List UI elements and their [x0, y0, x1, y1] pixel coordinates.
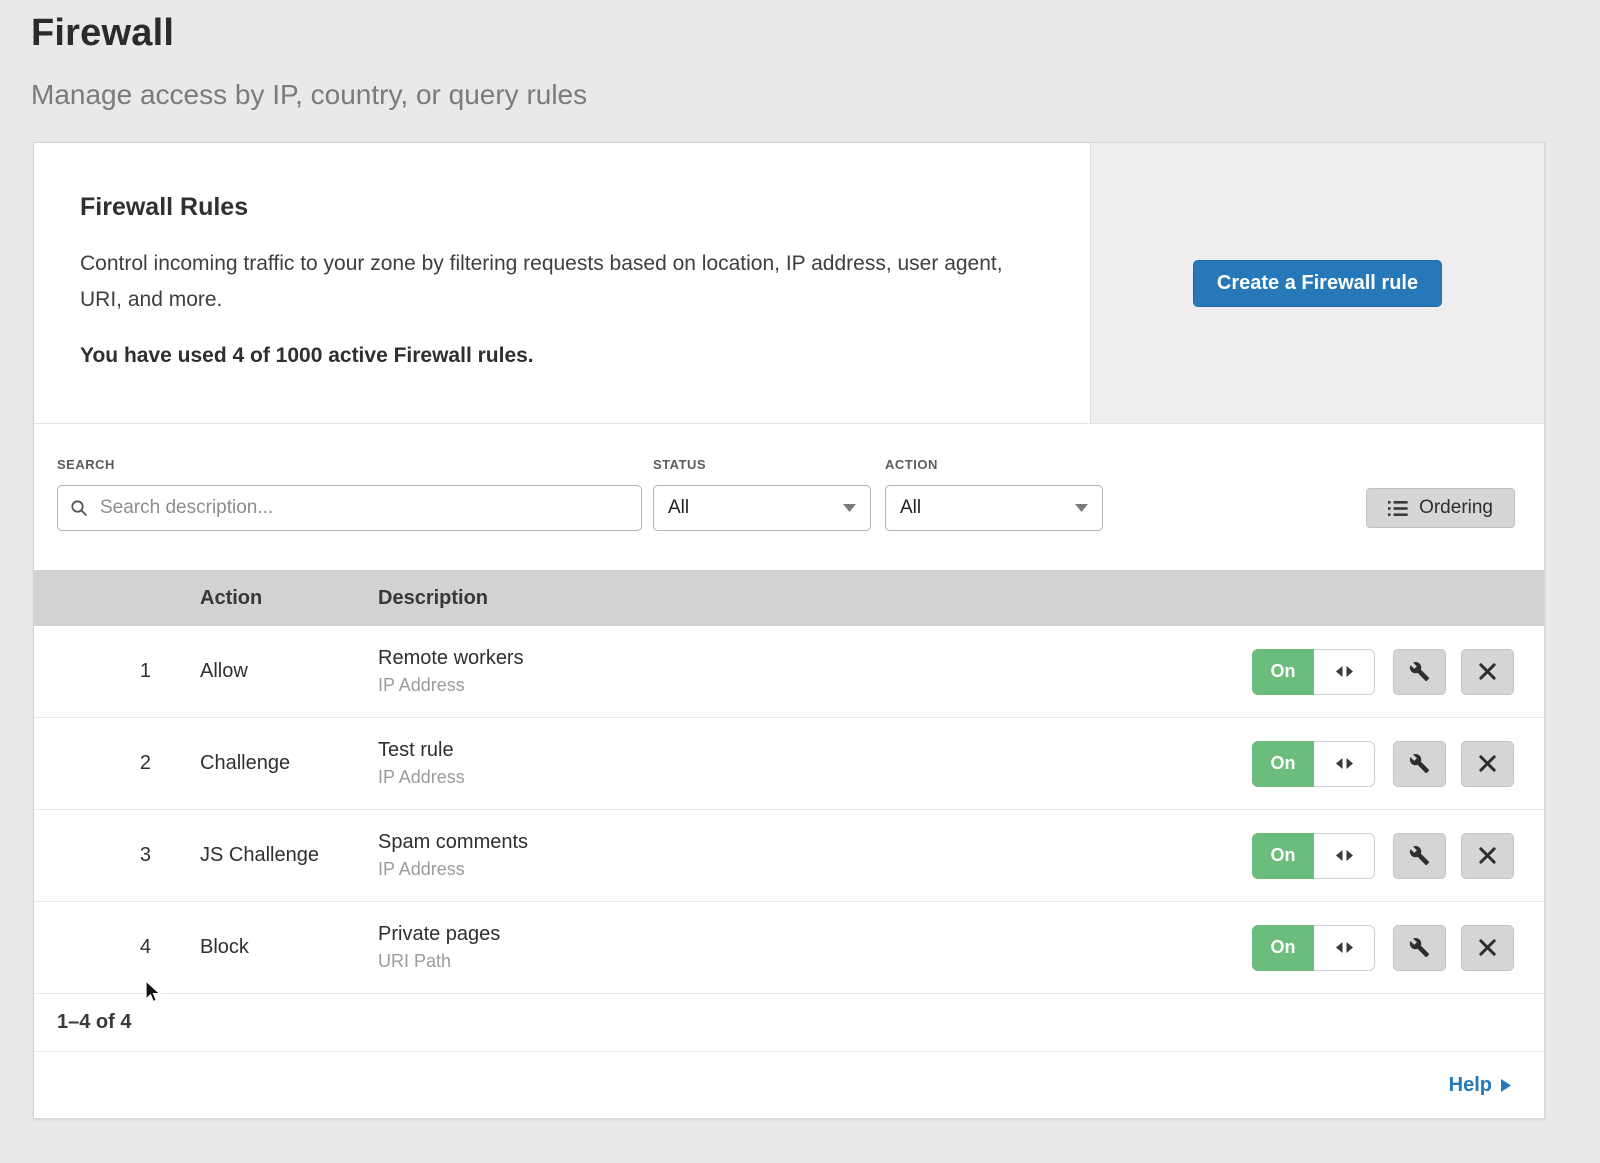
- close-icon: [1479, 847, 1496, 864]
- rule-priority: 3: [34, 844, 167, 867]
- toggle-arrows-icon: [1314, 741, 1375, 787]
- page-title: Firewall: [31, 12, 1600, 55]
- card-heading: Firewall Rules: [80, 193, 1044, 222]
- status-label: STATUS: [653, 457, 871, 472]
- rule-priority: 1: [34, 660, 167, 683]
- help-link[interactable]: Help: [1449, 1074, 1511, 1097]
- ordered-list-icon: [1388, 501, 1408, 516]
- rule-priority: 2: [34, 752, 167, 775]
- rule-description-cell: Private pages URI Path: [378, 923, 1252, 972]
- toggle-on-label: On: [1252, 925, 1314, 971]
- toggle-arrows-icon: [1314, 925, 1375, 971]
- table-header-row: Action Description: [34, 570, 1544, 626]
- rule-description: Remote workers: [378, 647, 1252, 670]
- filter-bar: SEARCH STATUS All ACTION: [34, 424, 1544, 570]
- rule-action: Block: [167, 936, 378, 959]
- rule-controls: On: [1252, 741, 1544, 787]
- search-input[interactable]: [57, 485, 642, 531]
- create-rule-panel: Create a Firewall rule: [1090, 143, 1544, 423]
- rule-enabled-toggle[interactable]: On: [1252, 925, 1375, 971]
- rule-description: Test rule: [378, 739, 1252, 762]
- ordering-label: Ordering: [1419, 497, 1493, 519]
- delete-rule-button[interactable]: [1461, 833, 1514, 879]
- search-icon: [70, 499, 88, 517]
- table-row: 3 JS Challenge Spam comments IP Address …: [34, 810, 1544, 902]
- status-select[interactable]: All: [653, 485, 871, 531]
- rule-enabled-toggle[interactable]: On: [1252, 649, 1375, 695]
- toggle-arrows-icon: [1314, 833, 1375, 879]
- rule-match-type: IP Address: [378, 767, 1252, 788]
- delete-rule-button[interactable]: [1461, 649, 1514, 695]
- table-row: 1 Allow Remote workers IP Address On: [34, 626, 1544, 718]
- rule-description-cell: Remote workers IP Address: [378, 647, 1252, 696]
- edit-rule-button[interactable]: [1393, 649, 1446, 695]
- rule-action: JS Challenge: [167, 844, 378, 867]
- edit-rule-button[interactable]: [1393, 925, 1446, 971]
- pagination-text: 1–4 of 4: [57, 1011, 131, 1034]
- close-icon: [1479, 663, 1496, 680]
- status-filter-group: STATUS All: [653, 457, 871, 531]
- card-intro: Firewall Rules Control incoming traffic …: [34, 143, 1090, 423]
- search-filter-group: SEARCH: [57, 457, 642, 531]
- rule-priority: 4: [34, 936, 167, 959]
- rule-action: Allow: [167, 660, 378, 683]
- help-row: Help: [34, 1052, 1544, 1118]
- rule-controls: On: [1252, 833, 1544, 879]
- wrench-icon: [1409, 937, 1430, 958]
- rule-controls: On: [1252, 925, 1544, 971]
- arrow-right-icon: [1501, 1079, 1511, 1092]
- close-icon: [1479, 939, 1496, 956]
- page-header: Firewall Manage access by IP, country, o…: [0, 0, 1600, 111]
- edit-rule-button[interactable]: [1393, 833, 1446, 879]
- rule-description-cell: Test rule IP Address: [378, 739, 1252, 788]
- toggle-arrows-icon: [1314, 649, 1375, 695]
- wrench-icon: [1409, 661, 1430, 682]
- create-firewall-rule-button[interactable]: Create a Firewall rule: [1193, 260, 1442, 307]
- delete-rule-button[interactable]: [1461, 925, 1514, 971]
- edit-rule-button[interactable]: [1393, 741, 1446, 787]
- action-filter-group: ACTION All: [885, 457, 1103, 531]
- wrench-icon: [1409, 753, 1430, 774]
- rule-enabled-toggle[interactable]: On: [1252, 833, 1375, 879]
- page-subtitle: Manage access by IP, country, or query r…: [31, 79, 1600, 111]
- rule-match-type: IP Address: [378, 675, 1252, 696]
- ordering-button[interactable]: Ordering: [1366, 488, 1515, 528]
- chevron-down-icon: [843, 504, 856, 512]
- wrench-icon: [1409, 845, 1430, 866]
- card-header-section: Firewall Rules Control incoming traffic …: [34, 143, 1544, 424]
- table-row: 4 Block Private pages URI Path On: [34, 902, 1544, 994]
- rule-description: Spam comments: [378, 831, 1252, 854]
- rule-description: Private pages: [378, 923, 1252, 946]
- card-description: Control incoming traffic to your zone by…: [80, 246, 1025, 318]
- search-label: SEARCH: [57, 457, 642, 472]
- help-label: Help: [1449, 1074, 1492, 1097]
- action-select[interactable]: All: [885, 485, 1103, 531]
- delete-rule-button[interactable]: [1461, 741, 1514, 787]
- column-header-description: Description: [378, 587, 1252, 610]
- rule-usage-summary: You have used 4 of 1000 active Firewall …: [80, 344, 1044, 368]
- search-box: [57, 485, 642, 531]
- rule-match-type: URI Path: [378, 951, 1252, 972]
- rule-action: Challenge: [167, 752, 378, 775]
- rule-description-cell: Spam comments IP Address: [378, 831, 1252, 880]
- action-select-value: All: [900, 497, 921, 519]
- column-header-action: Action: [167, 587, 378, 610]
- toggle-on-label: On: [1252, 741, 1314, 787]
- toggle-on-label: On: [1252, 833, 1314, 879]
- action-label: ACTION: [885, 457, 1103, 472]
- table-row: 2 Challenge Test rule IP Address On: [34, 718, 1544, 810]
- rule-enabled-toggle[interactable]: On: [1252, 741, 1375, 787]
- chevron-down-icon: [1075, 504, 1088, 512]
- rule-controls: On: [1252, 649, 1544, 695]
- pagination: 1–4 of 4: [34, 994, 1544, 1052]
- rule-match-type: IP Address: [378, 859, 1252, 880]
- status-select-value: All: [668, 497, 689, 519]
- close-icon: [1479, 755, 1496, 772]
- rules-table: Action Description 1 Allow Remote worker…: [34, 570, 1544, 1118]
- toggle-on-label: On: [1252, 649, 1314, 695]
- firewall-rules-card: Firewall Rules Control incoming traffic …: [33, 142, 1545, 1119]
- firewall-page: Firewall Manage access by IP, country, o…: [0, 0, 1600, 1163]
